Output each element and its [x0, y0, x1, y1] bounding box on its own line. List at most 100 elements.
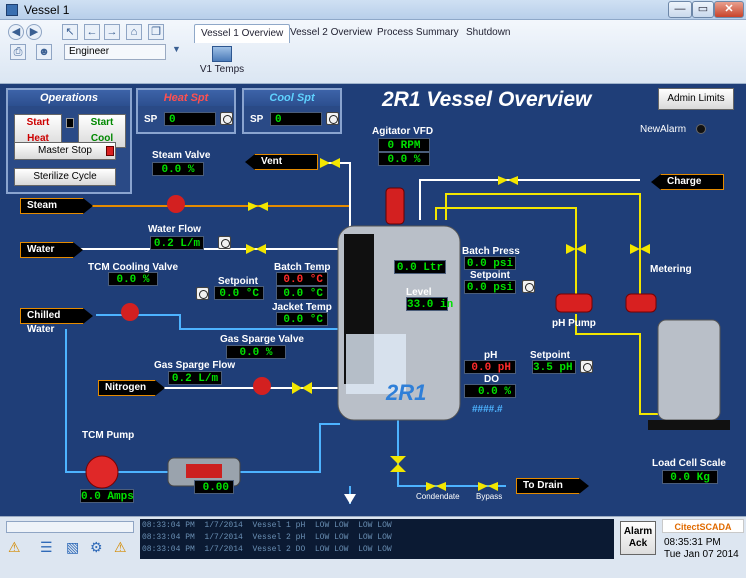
alarm-warning-icon[interactable]: ⚠ [114, 539, 132, 555]
sterilize-cycle-button[interactable]: Sterilize Cycle [14, 168, 116, 186]
steam-tag: Steam [20, 198, 93, 214]
ph-setpoint-settings-icon[interactable] [580, 360, 593, 373]
gas-sparge-valve-label: Gas Sparge Valve [220, 334, 304, 345]
ph-setpoint-value: 3.5 pH [532, 360, 576, 374]
tcm-loop-pipe [65, 329, 170, 473]
tab-vessel-1-overview[interactable]: Vessel 1 Overview [194, 24, 291, 43]
load-cell-value: 0.0 Kg [662, 470, 718, 484]
alarm-ack-button[interactable]: Alarm Ack [620, 521, 656, 555]
minimize-button[interactable]: — [668, 1, 692, 18]
alarm-filter-field[interactable] [6, 521, 134, 533]
print-icon[interactable]: ⎙ [10, 44, 26, 60]
user-field[interactable]: Engineer [64, 44, 166, 60]
to-drain-tag: To Drain [516, 478, 589, 494]
cool-sp-label: SP [250, 114, 264, 125]
water-tag: Water [20, 242, 83, 258]
app-icon [6, 4, 18, 16]
gas-sparge-flow-label: Gas Sparge Flow [154, 360, 236, 371]
back-icon[interactable]: ◀ [8, 24, 24, 40]
window-titlebar: Vessel 1 — ▭ ✕ [0, 0, 746, 20]
vent-tag: Vent [245, 154, 318, 170]
dropdown-icon[interactable]: ▼ [172, 44, 181, 54]
alarm-row[interactable]: 08:33:04 PM 1/7/2014 Vessel 1 pH LOW LOW… [142, 521, 392, 530]
chart-icon [212, 46, 232, 62]
heat-sp-label: SP [144, 114, 158, 125]
window-title: Vessel 1 [24, 3, 70, 17]
heat-spt-title: Heat Spt [138, 90, 234, 106]
page-title: 2R1 Vessel Overview [382, 88, 592, 111]
left-arrow-icon[interactable]: ← [84, 24, 100, 40]
clock-date: Tue Jan 07 2014 [664, 549, 739, 560]
agitator-label: Agitator VFD [372, 126, 434, 137]
alarm-list: 08:33:04 PM 1/7/2014 Vessel 1 pH LOW LOW… [140, 519, 614, 559]
water-flow-label: Water Flow [148, 224, 201, 235]
cool-sp-value: 0 [270, 112, 322, 126]
jacket-temp-value: 0.0 °C [276, 312, 328, 326]
new-alarm-label: NewAlarm [640, 124, 687, 135]
cool-sp-settings-icon[interactable] [326, 112, 339, 125]
tcm-pump-shape [85, 455, 119, 489]
v1-temps-button[interactable]: V1 Temps [198, 46, 246, 80]
cool-spt-title: Cool Spt [244, 90, 340, 106]
vessel-volume-value: 0.0 Ltr [394, 260, 446, 274]
warning-icon[interactable]: ⚠ [8, 539, 26, 555]
batch-temp-value-2: 0.0 °C [276, 286, 328, 300]
ph-pump-shape [555, 293, 593, 313]
agitator-pct: 0.0 % [378, 152, 430, 166]
alarm-row[interactable]: 08:33:04 PM 1/7/2014 Vessel 2 pH LOW LOW… [142, 533, 392, 542]
operations-title: Operations [8, 90, 130, 106]
agitator-motor [385, 187, 405, 225]
master-stop-indicator [106, 146, 114, 156]
tcm-return-pipe [240, 423, 340, 473]
ph-value: 0.0 pH [464, 360, 516, 374]
bypass-label: Bypass [476, 492, 503, 501]
new-alarm-indicator [696, 124, 706, 134]
charge-pipe [419, 179, 640, 220]
steam-valve-label: Steam Valve [152, 150, 211, 161]
batch-temp-value: 0.0 °C [276, 272, 328, 286]
water-flow-settings-icon[interactable] [218, 236, 231, 249]
maximize-button[interactable]: ▭ [692, 1, 714, 18]
nitrogen-tag: Nitrogen [98, 380, 165, 396]
load-cell-label: Load Cell Scale [652, 458, 726, 469]
temp-setpoint-settings-icon[interactable] [196, 287, 209, 300]
tcm-pump-label: TCM Pump [82, 430, 135, 441]
admin-limits-button[interactable]: Admin Limits [658, 88, 734, 110]
home-icon[interactable]: ⌂ [126, 24, 142, 40]
level-value: 33.0 in [406, 297, 454, 311]
press-setpoint-settings-icon[interactable] [522, 280, 535, 293]
heat-sp-value: 0 [164, 112, 216, 126]
tcm-pump-value: 0.0 Amps [80, 489, 134, 503]
agitator-rpm: 0 RPM [378, 138, 430, 152]
windows-icon[interactable]: ❐ [148, 24, 164, 40]
heat-sp-settings-icon[interactable] [220, 112, 233, 125]
tab-vessel-2-overview[interactable]: Vessel 2 Overview [284, 24, 378, 43]
steam-valve-body [167, 195, 185, 213]
vessel-name: 2R1 [386, 380, 427, 405]
do-extra: ####.# [472, 404, 503, 415]
steam-pipe [86, 205, 351, 234]
pointer-icon[interactable]: ↖ [62, 24, 78, 40]
tab-shutdown[interactable]: Shutdown [460, 24, 516, 43]
user-icon[interactable]: ☻ [36, 44, 52, 60]
gas-sparge-flow-value: 0.2 L/m [168, 371, 222, 385]
right-arrow-icon[interactable]: → [104, 24, 120, 40]
heater-element [186, 464, 222, 478]
user-config-icon[interactable]: ⚙ [90, 539, 108, 555]
clock-time: 08:35:31 PM [664, 537, 721, 548]
condendate-label: Condendate [416, 492, 460, 501]
chart-icon-small[interactable]: ▧ [66, 539, 84, 555]
alarm-row[interactable]: 08:33:04 PM 1/7/2014 Vessel 2 DO LOW LOW… [142, 545, 392, 554]
master-stop-button[interactable]: Master Stop [14, 142, 116, 160]
temp-setpoint-value: 0.0 °C [214, 286, 264, 300]
alarm-bar: ⚠ ☰ ▧ ⚙ ⚠ 08:33:04 PM 1/7/2014 Vessel 1 … [0, 516, 746, 578]
metering-pump-shape [625, 293, 657, 313]
forward-icon[interactable]: ▶ [26, 24, 42, 40]
charge-tag: Charge [651, 174, 724, 190]
close-button[interactable]: ✕ [714, 1, 744, 18]
steam-valve-value: 0.0 % [152, 162, 204, 176]
tab-process-summary[interactable]: Process Summary [371, 24, 465, 43]
gas-sparge-valve-body [253, 377, 271, 395]
alarm-list-icon[interactable]: ☰ [40, 539, 58, 555]
cool-spt-panel: Cool Spt SP 0 [242, 88, 342, 134]
